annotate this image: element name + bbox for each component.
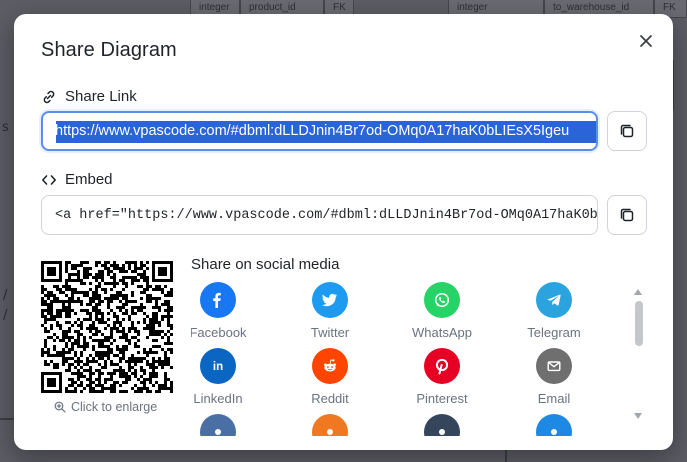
linkedin-icon: in <box>213 361 223 373</box>
share-link-input[interactable] <box>55 123 583 139</box>
social-icon-circle <box>312 414 348 436</box>
social-icon-circle <box>536 414 572 436</box>
facebook-icon <box>213 292 221 308</box>
social-icon-circle <box>312 348 348 384</box>
whatsapp-icon <box>434 292 450 308</box>
copy-link-button[interactable] <box>607 111 647 151</box>
code-icon <box>41 172 57 188</box>
twitter-icon <box>321 293 338 307</box>
social-icon-circle <box>424 348 460 384</box>
social-icon-circle <box>536 348 572 384</box>
social-media-heading: Share on social media <box>191 256 340 273</box>
embed-label: Embed <box>41 171 113 188</box>
share-more-button[interactable] <box>502 414 606 436</box>
embed-code-field[interactable]: <a href="https://www.vpascode.com/#dbml:… <box>41 195 598 235</box>
embed-code-text[interactable]: <a href="https://www.vpascode.com/#dbml:… <box>55 208 597 223</box>
social-icon-circle <box>200 282 236 318</box>
click-to-enlarge[interactable]: Click to enlarge <box>54 400 157 414</box>
svg-text:in: in <box>213 361 223 373</box>
close-icon <box>640 35 652 47</box>
qr-code-image[interactable] <box>41 261 173 393</box>
social-label: Email <box>537 391 571 406</box>
share-telegram-button[interactable]: Telegram <box>502 282 606 340</box>
share-link-field[interactable] <box>41 111 598 151</box>
share-icon <box>327 429 333 435</box>
social-label: Reddit <box>311 391 349 406</box>
bg-connector <box>505 450 507 462</box>
share-whatsapp-button[interactable]: WhatsApp <box>390 282 494 340</box>
bg-glyph: / <box>3 308 8 323</box>
zoom-in-icon <box>54 401 66 413</box>
share-facebook-button[interactable]: Facebook <box>191 282 270 340</box>
copy-icon <box>620 124 634 138</box>
scroll-up-arrow[interactable] <box>633 288 643 296</box>
social-icon-circle <box>200 414 236 436</box>
share-link-label-text: Share Link <box>65 88 137 105</box>
social-media-grid: Facebook Twitter WhatsApp Telegram in LinkedI… <box>191 282 631 436</box>
pinterest-icon <box>435 358 449 375</box>
social-label: WhatsApp <box>412 325 472 340</box>
copy-embed-button[interactable] <box>607 195 647 235</box>
social-label: LinkedIn <box>193 391 243 406</box>
share-more-button[interactable] <box>390 414 494 436</box>
share-twitter-button[interactable]: Twitter <box>278 282 382 340</box>
social-label: Pinterest <box>416 391 468 406</box>
close-button[interactable] <box>634 29 658 53</box>
share-icon <box>551 429 557 435</box>
qr-code[interactable] <box>41 261 173 393</box>
share-more-button[interactable] <box>191 414 270 436</box>
social-icon-circle <box>312 282 348 318</box>
social-icon-circle <box>424 414 460 436</box>
bg-glyph: s <box>2 120 9 135</box>
dialog-title: Share Diagram <box>41 39 177 61</box>
embed-label-text: Embed <box>65 171 113 188</box>
share-email-button[interactable]: Email <box>502 348 606 406</box>
social-icon-circle <box>424 282 460 318</box>
qr-modules <box>41 261 173 393</box>
social-icon-circle: in <box>200 348 236 384</box>
share-icon <box>215 429 221 435</box>
share-pinterest-button[interactable]: Pinterest <box>390 348 494 406</box>
enlarge-label: Click to enlarge <box>71 400 158 414</box>
bg-connector <box>0 418 14 420</box>
bg-glyph: / <box>3 288 8 303</box>
telegram-icon <box>547 294 561 306</box>
share-diagram-dialog: Share Diagram Share Link https://www.vpa… <box>14 14 673 450</box>
social-label: Twitter <box>310 325 350 340</box>
copy-icon <box>620 208 634 222</box>
email-icon <box>547 361 561 372</box>
link-icon <box>41 89 57 105</box>
social-label: Facebook <box>191 325 247 340</box>
share-icon <box>439 429 445 435</box>
reddit-icon <box>324 359 336 372</box>
scroll-down-arrow[interactable] <box>633 412 643 420</box>
share-reddit-button[interactable]: Reddit <box>278 348 382 406</box>
social-label: Telegram <box>527 325 581 340</box>
social-icon-circle <box>536 282 572 318</box>
share-linkedin-button[interactable]: in LinkedIn <box>191 348 270 406</box>
scrollbar-thumb[interactable] <box>635 301 643 346</box>
share-link-label: Share Link <box>41 88 137 105</box>
share-more-button[interactable] <box>278 414 382 436</box>
